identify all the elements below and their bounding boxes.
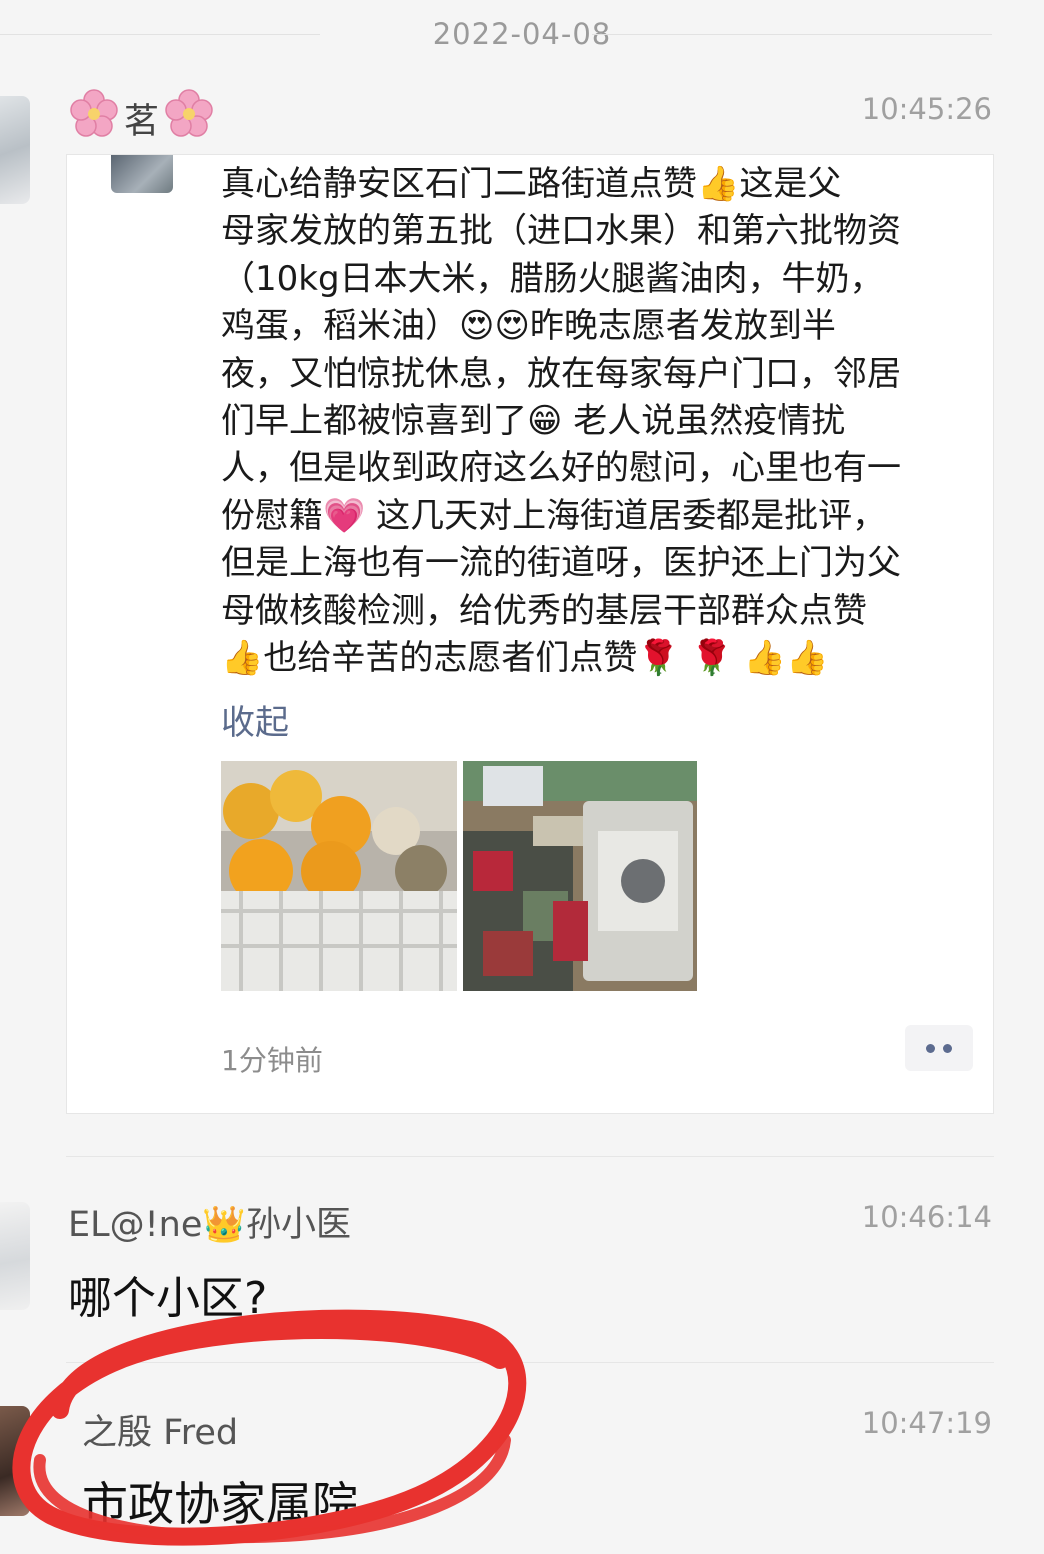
sender-name[interactable]: 之殷 Fred [82, 1404, 238, 1455]
shared-moment-card[interactable]: 真心给静安区石门二路街道点赞👍这是父 母家发放的第五批（进口水果）和第六批物资 … [66, 154, 994, 1114]
message-text[interactable]: 哪个小区? [68, 1262, 267, 1326]
avatar[interactable] [0, 1406, 30, 1516]
post-photo-supplies[interactable] [463, 761, 697, 991]
sender-name[interactable]: EL@!ne👑孙小医 [68, 1196, 351, 1247]
post-time-ago: 1分钟前 [221, 1044, 323, 1077]
more-actions-button[interactable] [905, 1025, 973, 1071]
date-label: 2022-04-08 [432, 17, 612, 51]
date-divider: 2022-04-08 [0, 14, 1044, 54]
cherry-blossom-icon [163, 88, 215, 149]
message-time: 10:45:26 [861, 92, 992, 126]
message-time: 10:47:19 [861, 1406, 992, 1440]
message-text[interactable]: 市政协家属院 [82, 1468, 358, 1534]
divider-line-left [0, 34, 320, 35]
post-author-avatar[interactable] [111, 155, 173, 193]
message-separator [66, 1156, 994, 1157]
sender-name[interactable]: 茗 [68, 88, 215, 149]
post-photo-fruit[interactable] [221, 761, 457, 991]
collapse-link[interactable]: 收起 [221, 695, 289, 744]
avatar[interactable] [0, 96, 30, 204]
message-time: 10:46:14 [861, 1200, 992, 1234]
avatar[interactable] [0, 1202, 30, 1310]
cherry-blossom-icon [68, 88, 120, 149]
post-text: 真心给静安区石门二路街道点赞👍这是父 母家发放的第五批（进口水果）和第六批物资 … [221, 164, 901, 679]
more-dot-icon [943, 1043, 952, 1053]
more-dot-icon [926, 1043, 935, 1053]
message-separator [66, 1362, 994, 1363]
divider-line-right [592, 34, 992, 35]
